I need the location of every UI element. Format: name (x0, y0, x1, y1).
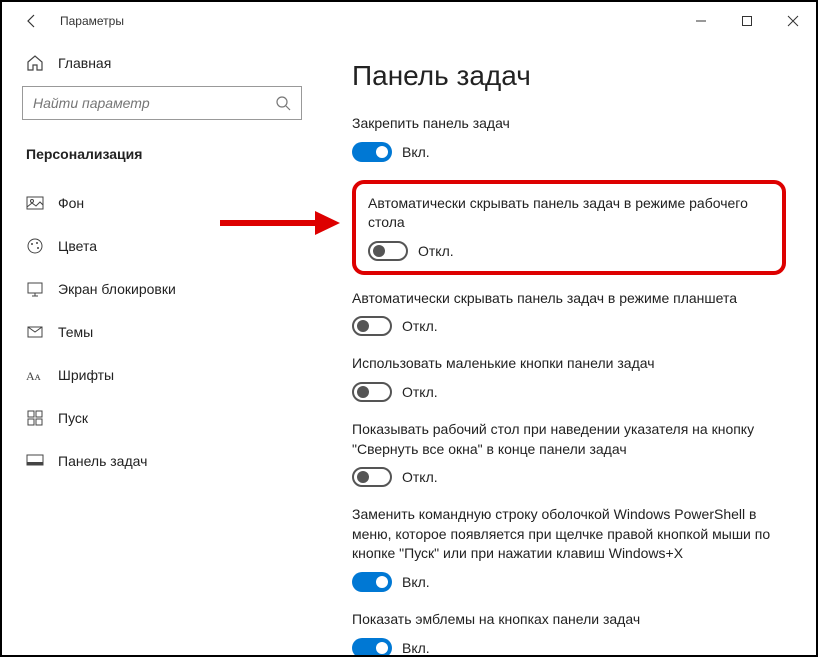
setting-powershell: Заменить командную строку оболочкой Wind… (352, 505, 786, 592)
toggle-state: Откл. (402, 469, 438, 485)
sidebar-item-fonts[interactable]: Aᴀ Шрифты (22, 354, 302, 397)
minimize-button[interactable] (678, 2, 724, 40)
sidebar-item-label: Экран блокировки (58, 281, 176, 297)
sidebar-item-label: Фон (58, 195, 84, 211)
setting-autohide-tablet: Автоматически скрывать панель задач в ре… (352, 289, 786, 337)
setting-peek: Показывать рабочий стол при наведении ук… (352, 420, 786, 487)
setting-badges: Показать эмблемы на кнопках панели задач… (352, 610, 786, 655)
sidebar-item-label: Цвета (58, 238, 97, 254)
sidebar-item-background[interactable]: Фон (22, 182, 302, 225)
search-box[interactable] (22, 86, 302, 120)
setting-label: Использовать маленькие кнопки панели зад… (352, 354, 772, 374)
start-icon (26, 409, 44, 427)
home-icon (26, 54, 44, 72)
palette-icon (26, 237, 44, 255)
themes-icon (26, 323, 44, 341)
setting-label: Закрепить панель задач (352, 114, 772, 134)
toggle-state: Откл. (402, 318, 438, 334)
close-button[interactable] (770, 2, 816, 40)
svg-text:Aᴀ: Aᴀ (26, 369, 42, 382)
sidebar-item-themes[interactable]: Темы (22, 311, 302, 354)
toggle-switch[interactable] (352, 316, 392, 336)
home-button[interactable]: Главная (22, 40, 302, 86)
setting-autohide-desktop: Автоматически скрывать панель задач в ре… (368, 194, 770, 261)
toggle-switch[interactable] (352, 638, 392, 655)
setting-label: Показать эмблемы на кнопках панели задач (352, 610, 772, 630)
toggle-state: Откл. (418, 243, 454, 259)
search-icon (275, 95, 291, 111)
sidebar-item-taskbar[interactable]: Панель задач (22, 440, 302, 483)
sidebar: Главная Персонализация Фон Цвета (2, 40, 322, 655)
toggle-switch[interactable] (352, 467, 392, 487)
toggle-state: Вкл. (402, 574, 430, 590)
content-area: Панель задач Закрепить панель задач Вкл.… (322, 40, 816, 655)
toggle-switch[interactable] (352, 142, 392, 162)
setting-label: Показывать рабочий стол при наведении ук… (352, 420, 772, 459)
toggle-state: Вкл. (402, 144, 430, 160)
sidebar-item-colors[interactable]: Цвета (22, 225, 302, 268)
page-title: Панель задач (352, 60, 786, 92)
sidebar-item-label: Темы (58, 324, 93, 340)
window-title: Параметры (60, 14, 124, 28)
sidebar-item-label: Панель задач (58, 453, 147, 469)
section-label: Персонализация (22, 138, 302, 170)
sidebar-item-start[interactable]: Пуск (22, 397, 302, 440)
back-button[interactable] (12, 2, 52, 40)
highlight-annotation: Автоматически скрывать панель задач в ре… (352, 180, 786, 275)
setting-small-buttons: Использовать маленькие кнопки панели зад… (352, 354, 786, 402)
titlebar: Параметры (2, 2, 816, 40)
toggle-switch[interactable] (368, 241, 408, 261)
toggle-state: Вкл. (402, 640, 430, 655)
setting-label: Заменить командную строку оболочкой Wind… (352, 505, 772, 564)
sidebar-item-label: Шрифты (58, 367, 114, 383)
sidebar-item-label: Пуск (58, 410, 88, 426)
search-input[interactable] (33, 95, 275, 111)
picture-icon (26, 194, 44, 212)
toggle-switch[interactable] (352, 572, 392, 592)
setting-label: Автоматически скрывать панель задач в ре… (368, 194, 770, 233)
maximize-button[interactable] (724, 2, 770, 40)
taskbar-icon (26, 452, 44, 470)
setting-lock-taskbar: Закрепить панель задач Вкл. (352, 114, 786, 162)
home-label: Главная (58, 55, 111, 71)
fonts-icon: Aᴀ (26, 366, 44, 384)
toggle-switch[interactable] (352, 382, 392, 402)
toggle-state: Откл. (402, 384, 438, 400)
setting-label: Автоматически скрывать панель задач в ре… (352, 289, 772, 309)
sidebar-item-lockscreen[interactable]: Экран блокировки (22, 268, 302, 311)
lockscreen-icon (26, 280, 44, 298)
